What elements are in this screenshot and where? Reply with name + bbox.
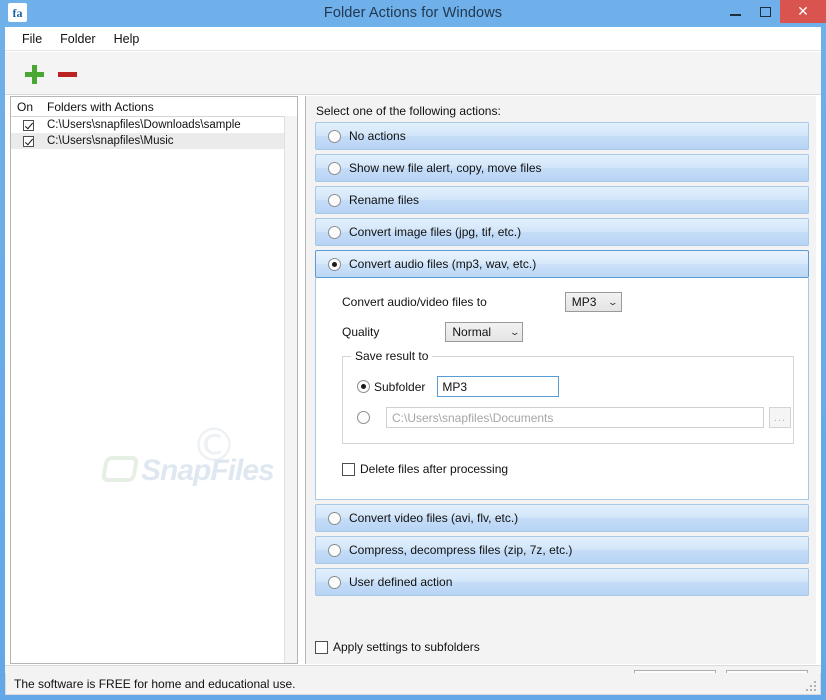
action-list: No actions Show new file alert, copy, mo… (315, 122, 809, 600)
radio-icon[interactable] (328, 193, 341, 207)
chevron-down-icon: ⌄ (508, 326, 521, 337)
quality-label: Quality (342, 325, 380, 339)
quality-select[interactable]: Normal ⌄ (445, 322, 524, 342)
radio-icon[interactable] (328, 161, 341, 175)
delete-after-row[interactable]: Delete files after processing (342, 462, 508, 476)
folder-list-scrollbar[interactable] (284, 116, 297, 663)
quality-row: Quality Normal ⌄ (342, 322, 808, 342)
subfolder-label: Subfolder (374, 379, 426, 394)
checkbox-icon[interactable] (22, 119, 34, 131)
custom-path-input[interactable]: C:\Users\snapfiles\Documents (386, 407, 764, 428)
radio-icon[interactable] (328, 575, 341, 589)
checkbox-icon[interactable] (22, 135, 34, 147)
quality-value: Normal (452, 325, 492, 339)
column-header-folders: Folders with Actions (47, 99, 154, 114)
plus-icon-vertical (32, 65, 37, 84)
radio-icon[interactable] (328, 543, 341, 557)
close-button[interactable]: ✕ (780, 0, 826, 23)
apply-subfolders-row[interactable]: Apply settings to subfolders (315, 640, 480, 654)
checkbox-icon[interactable] (315, 640, 328, 654)
action-no-actions[interactable]: No actions (315, 122, 809, 150)
table-row[interactable]: C:\Users\snapfiles\Music (11, 133, 297, 149)
action-label: No actions (349, 129, 406, 143)
subfolder-input[interactable]: MP3 (437, 376, 560, 397)
snapfiles-logo-icon (100, 456, 140, 482)
action-convert-audio-files[interactable]: Convert audio files (mp3, wav, etc.) (315, 250, 809, 278)
radio-icon[interactable] (328, 129, 341, 143)
window-controls: ✕ (720, 0, 826, 23)
checkbox-icon[interactable] (342, 462, 355, 476)
browse-button[interactable]: ... (769, 407, 791, 428)
copyright-icon: © (191, 418, 237, 472)
window-title: Folder Actions for Windows (323, 5, 503, 21)
maximize-button[interactable] (750, 0, 780, 23)
status-text: The software is FREE for home and educat… (14, 676, 296, 691)
title-bar: fa Folder Actions for Windows ✕ (0, 0, 826, 27)
folder-path: C:\Users\snapfiles\Downloads\sample (47, 119, 241, 131)
menu-folder[interactable]: Folder (51, 29, 104, 49)
menu-bar: File Folder Help (5, 27, 821, 51)
table-row[interactable]: C:\Users\snapfiles\Downloads\sample (11, 117, 297, 133)
actions-caption: Select one of the following actions: (316, 104, 501, 118)
resize-grip[interactable] (805, 680, 816, 691)
save-result-group: Save result to Subfolder MP3 C:\Users\sn… (342, 349, 794, 444)
action-label: User defined action (349, 575, 453, 589)
action-convert-video-files[interactable]: Convert video files (avi, flv, etc.) (315, 504, 809, 532)
minimize-button[interactable] (720, 0, 750, 23)
radio-icon-subfolder[interactable] (357, 380, 370, 393)
action-convert-image-files[interactable]: Convert image files (jpg, tif, etc.) (315, 218, 809, 246)
action-user-defined[interactable]: User defined action (315, 568, 809, 596)
delete-after-label: Delete files after processing (360, 462, 509, 476)
row-checkbox-cell[interactable] (11, 119, 43, 131)
apply-subfolders-label: Apply settings to subfolders (333, 640, 480, 654)
toolbar (5, 52, 821, 95)
action-rename-files[interactable]: Rename files (315, 186, 809, 214)
watermark-text: SnapFiles (141, 454, 275, 487)
radio-icon[interactable] (328, 225, 341, 239)
format-row: Convert audio/video files to MP3 ⌄ (342, 292, 808, 312)
custom-path-option-row: C:\Users\snapfiles\Documents ... (357, 407, 791, 428)
snapfiles-watermark: © SnapFiles (100, 418, 297, 497)
radio-icon-custom-path[interactable] (357, 411, 370, 424)
row-checkbox-cell[interactable] (11, 135, 43, 147)
action-label: Compress, decompress files (zip, 7z, etc… (349, 543, 573, 557)
action-label: Rename files (349, 193, 420, 207)
subfolder-option-row: Subfolder MP3 (357, 376, 560, 397)
action-label: Convert audio files (mp3, wav, etc.) (349, 257, 537, 271)
folder-path: C:\Users\snapfiles\Music (47, 135, 174, 147)
action-show-new-file-alert[interactable]: Show new file alert, copy, move files (315, 154, 809, 182)
format-label: Convert audio/video files to (342, 295, 487, 309)
audio-options-panel: Convert audio/video files to MP3 ⌄ Quali… (315, 278, 809, 500)
column-header-on: On (17, 99, 34, 114)
folder-list-panel: On Folders with Actions C:\Users\snapfil… (10, 96, 298, 664)
minimize-icon (729, 13, 741, 16)
maximize-icon (759, 6, 771, 17)
client-area: File Folder Help On Folders with Actions… (5, 27, 821, 695)
action-label: Convert image files (jpg, tif, etc.) (349, 225, 522, 239)
action-label: Convert video files (avi, flv, etc.) (349, 511, 519, 525)
status-bar: The software is FREE for home and educat… (5, 673, 821, 695)
folder-list-header: On Folders with Actions (11, 97, 297, 117)
actions-panel: Select one of the following actions: No … (305, 96, 816, 664)
menu-file[interactable]: File (13, 29, 51, 49)
radio-icon[interactable] (328, 511, 341, 525)
action-label: Show new file alert, copy, move files (349, 161, 542, 175)
chevron-down-icon: ⌄ (607, 296, 619, 307)
menu-help[interactable]: Help (105, 29, 149, 49)
format-select[interactable]: MP3 ⌄ (564, 292, 622, 312)
add-folder-button[interactable] (25, 65, 44, 84)
radio-icon-selected[interactable] (328, 257, 341, 271)
application-window: fa Folder Actions for Windows ✕ File Fol… (0, 0, 826, 700)
remove-folder-button[interactable] (58, 72, 77, 77)
format-value: MP3 (571, 295, 597, 309)
save-result-title: Save result to (351, 349, 433, 363)
action-compress-files[interactable]: Compress, decompress files (zip, 7z, etc… (315, 536, 809, 564)
